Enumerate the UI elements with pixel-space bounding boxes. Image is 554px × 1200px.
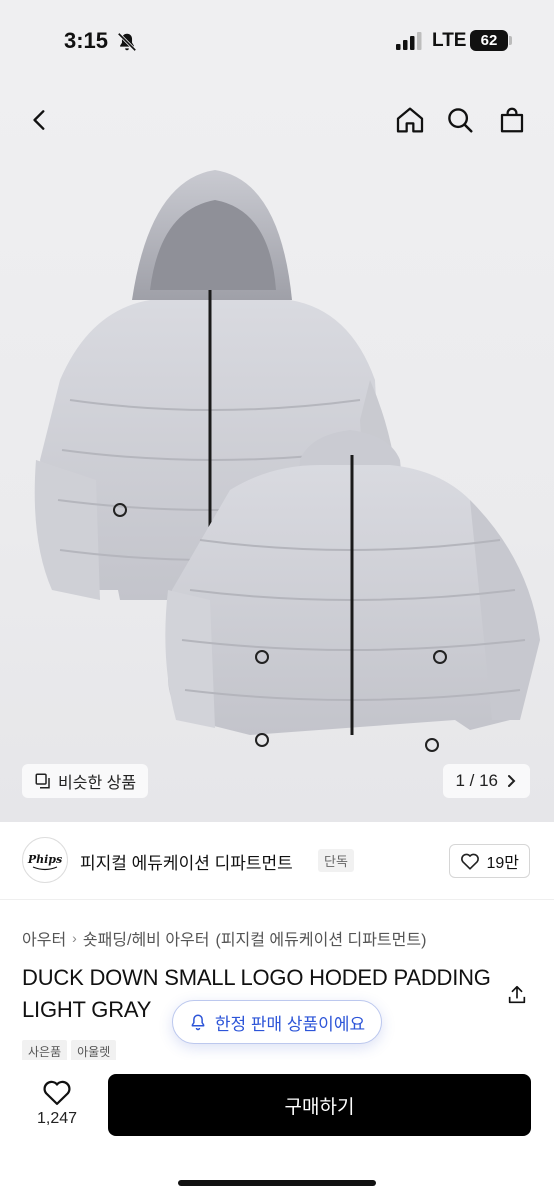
top-navigation [0, 84, 554, 160]
back-icon [33, 110, 45, 130]
back-button[interactable] [22, 102, 58, 138]
battery-tip [509, 36, 512, 45]
battery-level: 62 [470, 30, 508, 51]
buy-button[interactable]: 구매하기 [108, 1074, 531, 1136]
image-counter-text: 1 / 16 [455, 771, 498, 790]
chevron-right-icon [508, 775, 516, 787]
cart-button[interactable] [494, 102, 530, 138]
home-icon [396, 107, 424, 133]
network-type: LTE [432, 30, 467, 51]
heart-icon [43, 1080, 71, 1105]
exclusive-badge: 단독 [318, 849, 354, 872]
bell-off-icon [117, 32, 137, 52]
brand-logo-mark: Phips [27, 853, 62, 871]
bell-icon [191, 1014, 205, 1031]
chevron-right-icon: › [72, 930, 77, 946]
home-indicator [178, 1180, 376, 1186]
home-button[interactable] [392, 102, 428, 138]
status-bar: 3:15 LTE 62 [0, 0, 554, 84]
share-icon[interactable] [506, 984, 528, 1006]
breadcrumb: 아우터 › 숏패딩/헤비 아우터 (피지컬 에듀케이션 디파트먼트) [22, 926, 426, 950]
breadcrumb-brand[interactable]: (피지컬 에듀케이션 디파트먼트) [216, 926, 427, 950]
image-counter[interactable]: 1 / 16 [443, 764, 530, 798]
limited-sale-toast: 한정 판매 상품이에요 [172, 1000, 382, 1044]
similar-products-label: 비슷한 상품 [58, 775, 137, 792]
brand-name[interactable]: 피지컬 에듀케이션 디파트먼트 [80, 849, 293, 874]
brand-like-count: 19만 [486, 855, 519, 872]
brand-logo-text: Phips [27, 853, 62, 866]
bag-icon [500, 107, 524, 133]
similar-products-button[interactable]: 비슷한 상품 [22, 764, 149, 798]
status-time: 3:15 [64, 28, 109, 53]
brand-row[interactable]: Phips 피지컬 에듀케이션 디파트먼트 단독 19만 [0, 822, 554, 900]
product-image-gallery[interactable]: 비슷한 상품 1 / 16 [0, 84, 554, 822]
like-button[interactable]: 1,247 [22, 1074, 92, 1136]
brand-like-button[interactable]: 19만 [449, 844, 530, 878]
search-icon [448, 108, 473, 133]
toast-text: 한정 판매 상품이에요 [214, 1014, 366, 1034]
bottom-action-bar: 1,247 구매하기 [0, 1060, 554, 1200]
signal-icon [396, 32, 422, 50]
heart-icon [461, 853, 480, 870]
breadcrumb-item[interactable]: 숏패딩/헤비 아우터 [83, 926, 210, 950]
breadcrumb-item[interactable]: 아우터 [22, 926, 66, 950]
brand-logo[interactable]: Phips [22, 837, 68, 883]
product-photo [34, 170, 540, 752]
copy-icon [35, 773, 50, 789]
like-count: 1,247 [36, 1110, 78, 1127]
search-button[interactable] [442, 102, 478, 138]
